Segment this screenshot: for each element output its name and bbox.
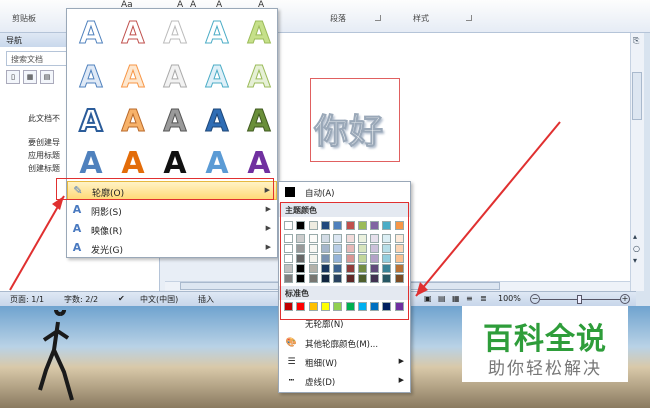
shadow-label: 阴影(S) [91,208,122,218]
nav-line: 应用标题 [28,151,60,160]
glow-menu-item[interactable]: A 发光(G) ▶ [67,239,277,258]
prev-page-icon[interactable]: ▴ [633,232,637,241]
ribbon-group-styles: 样式 [413,14,429,23]
watermark-title: 百科全说 [483,322,607,357]
wordart-style-9[interactable]: A [197,59,237,97]
tab-pages[interactable]: ▦ [23,70,37,84]
text-effects-gallery: A A A A A A A A A A A A A A A A A A A A … [66,8,278,258]
wordart-style-1[interactable]: A [71,15,111,53]
automatic-swatch [285,187,295,197]
wordart-style-7[interactable]: A [113,59,153,97]
more-colors-item[interactable]: 🎨 其他轮廓颜色(M)... [279,334,410,353]
reflection-icon: A [72,222,82,235]
chevron-right-icon: ▶ [265,243,271,251]
ribbon-group-paragraph: 段落 [330,14,346,23]
wordart-style-5[interactable]: A [239,15,279,53]
insert-mode[interactable]: 插入 [198,294,214,305]
chevron-right-icon: ▶ [265,205,271,213]
glow-icon: A [72,241,82,254]
outline-icon[interactable]: ≡ [466,294,473,303]
wordart-style-12[interactable]: A [113,103,153,141]
wordart-style-11[interactable]: A [71,103,111,141]
print-layout-icon[interactable]: ▣ [424,294,432,303]
vertical-scroll-thumb[interactable] [632,72,642,120]
wordart-style-grid: A A A A A A A A A A A A A A A A A A A A [67,9,279,182]
shadow-menu-item[interactable]: A 阴影(S) ▶ [67,201,277,220]
tab-results[interactable]: ▤ [40,70,54,84]
automatic-color-item[interactable]: 自动(A) [279,183,410,202]
dashes-item[interactable]: ┅ 虚线(D) ▶ [279,372,410,391]
chevron-right-icon: ▶ [398,357,404,365]
zoom-level[interactable]: 100% [498,294,521,303]
browse-object-icon[interactable]: ○ [633,244,640,253]
zoom-slider-knob[interactable] [577,295,582,304]
weight-item[interactable]: ☰ 粗细(W) ▶ [279,353,410,372]
tab-headings[interactable]: ▯ [6,70,20,84]
next-page-icon[interactable]: ▾ [633,256,637,265]
styles-launcher-icon[interactable] [466,15,472,21]
language-status[interactable]: 中文(中国) [140,294,178,305]
reflection-menu-item[interactable]: A 映像(R) ▶ [67,220,277,239]
line-weight-icon: ☰ [287,357,296,367]
wordart-style-13[interactable]: A [155,103,195,141]
palette-icon: 🎨 [285,338,298,348]
glow-label: 发光(G) [91,246,123,256]
draft-icon[interactable]: ≣ [480,294,487,303]
full-screen-icon[interactable]: ▤ [438,294,446,303]
ruler-toggle-icon[interactable]: ⎘ [633,36,639,46]
wordart-style-3[interactable]: A [155,15,195,53]
wordart-text[interactable]: 你好 [314,104,384,153]
zoom-out-button[interactable]: − [530,294,540,304]
wordart-style-8[interactable]: A [155,59,195,97]
wordart-style-2[interactable]: A [113,15,153,53]
zoom-in-button[interactable]: + [620,294,630,304]
web-layout-icon[interactable]: ▦ [452,294,460,303]
wordart-style-6[interactable]: A [71,59,111,97]
proofing-icon[interactable]: ✔ [118,294,125,303]
chevron-right-icon: ▶ [265,224,271,232]
wordart-style-10[interactable]: A [239,59,279,97]
ribbon-group-clipboard: 剪贴板 [12,14,36,23]
word-count[interactable]: 字数: 2/2 [64,294,98,305]
shadow-icon: A [72,203,82,216]
nav-line: 此文档不 [28,114,60,123]
wordart-style-4[interactable]: A [197,15,237,53]
nav-line: 创建标题 [28,164,60,173]
runner-silhouette [38,310,74,401]
wordart-style-15[interactable]: A [239,103,279,141]
wordart-style-14[interactable]: A [197,103,237,141]
dashes-label: 虚线(D) [305,378,336,388]
highlight-box-colors [280,202,409,320]
watermark-logo: 百科全说 助你轻松解决 [462,306,628,382]
chevron-right-icon: ▶ [398,376,404,384]
more-colors-label: 其他轮廓颜色(M)... [305,340,379,350]
nav-line: 要创建导 [28,138,60,147]
weight-label: 粗细(W) [305,359,338,369]
highlight-box-outline [56,178,274,200]
dash-icon: ┅ [288,376,295,386]
reflection-label: 映像(R) [91,227,123,237]
paragraph-launcher-icon[interactable] [375,15,381,21]
watermark-subtitle: 助你轻松解决 [488,359,602,379]
automatic-label: 自动(A) [305,189,335,199]
page-count[interactable]: 页面: 1/1 [10,294,44,305]
